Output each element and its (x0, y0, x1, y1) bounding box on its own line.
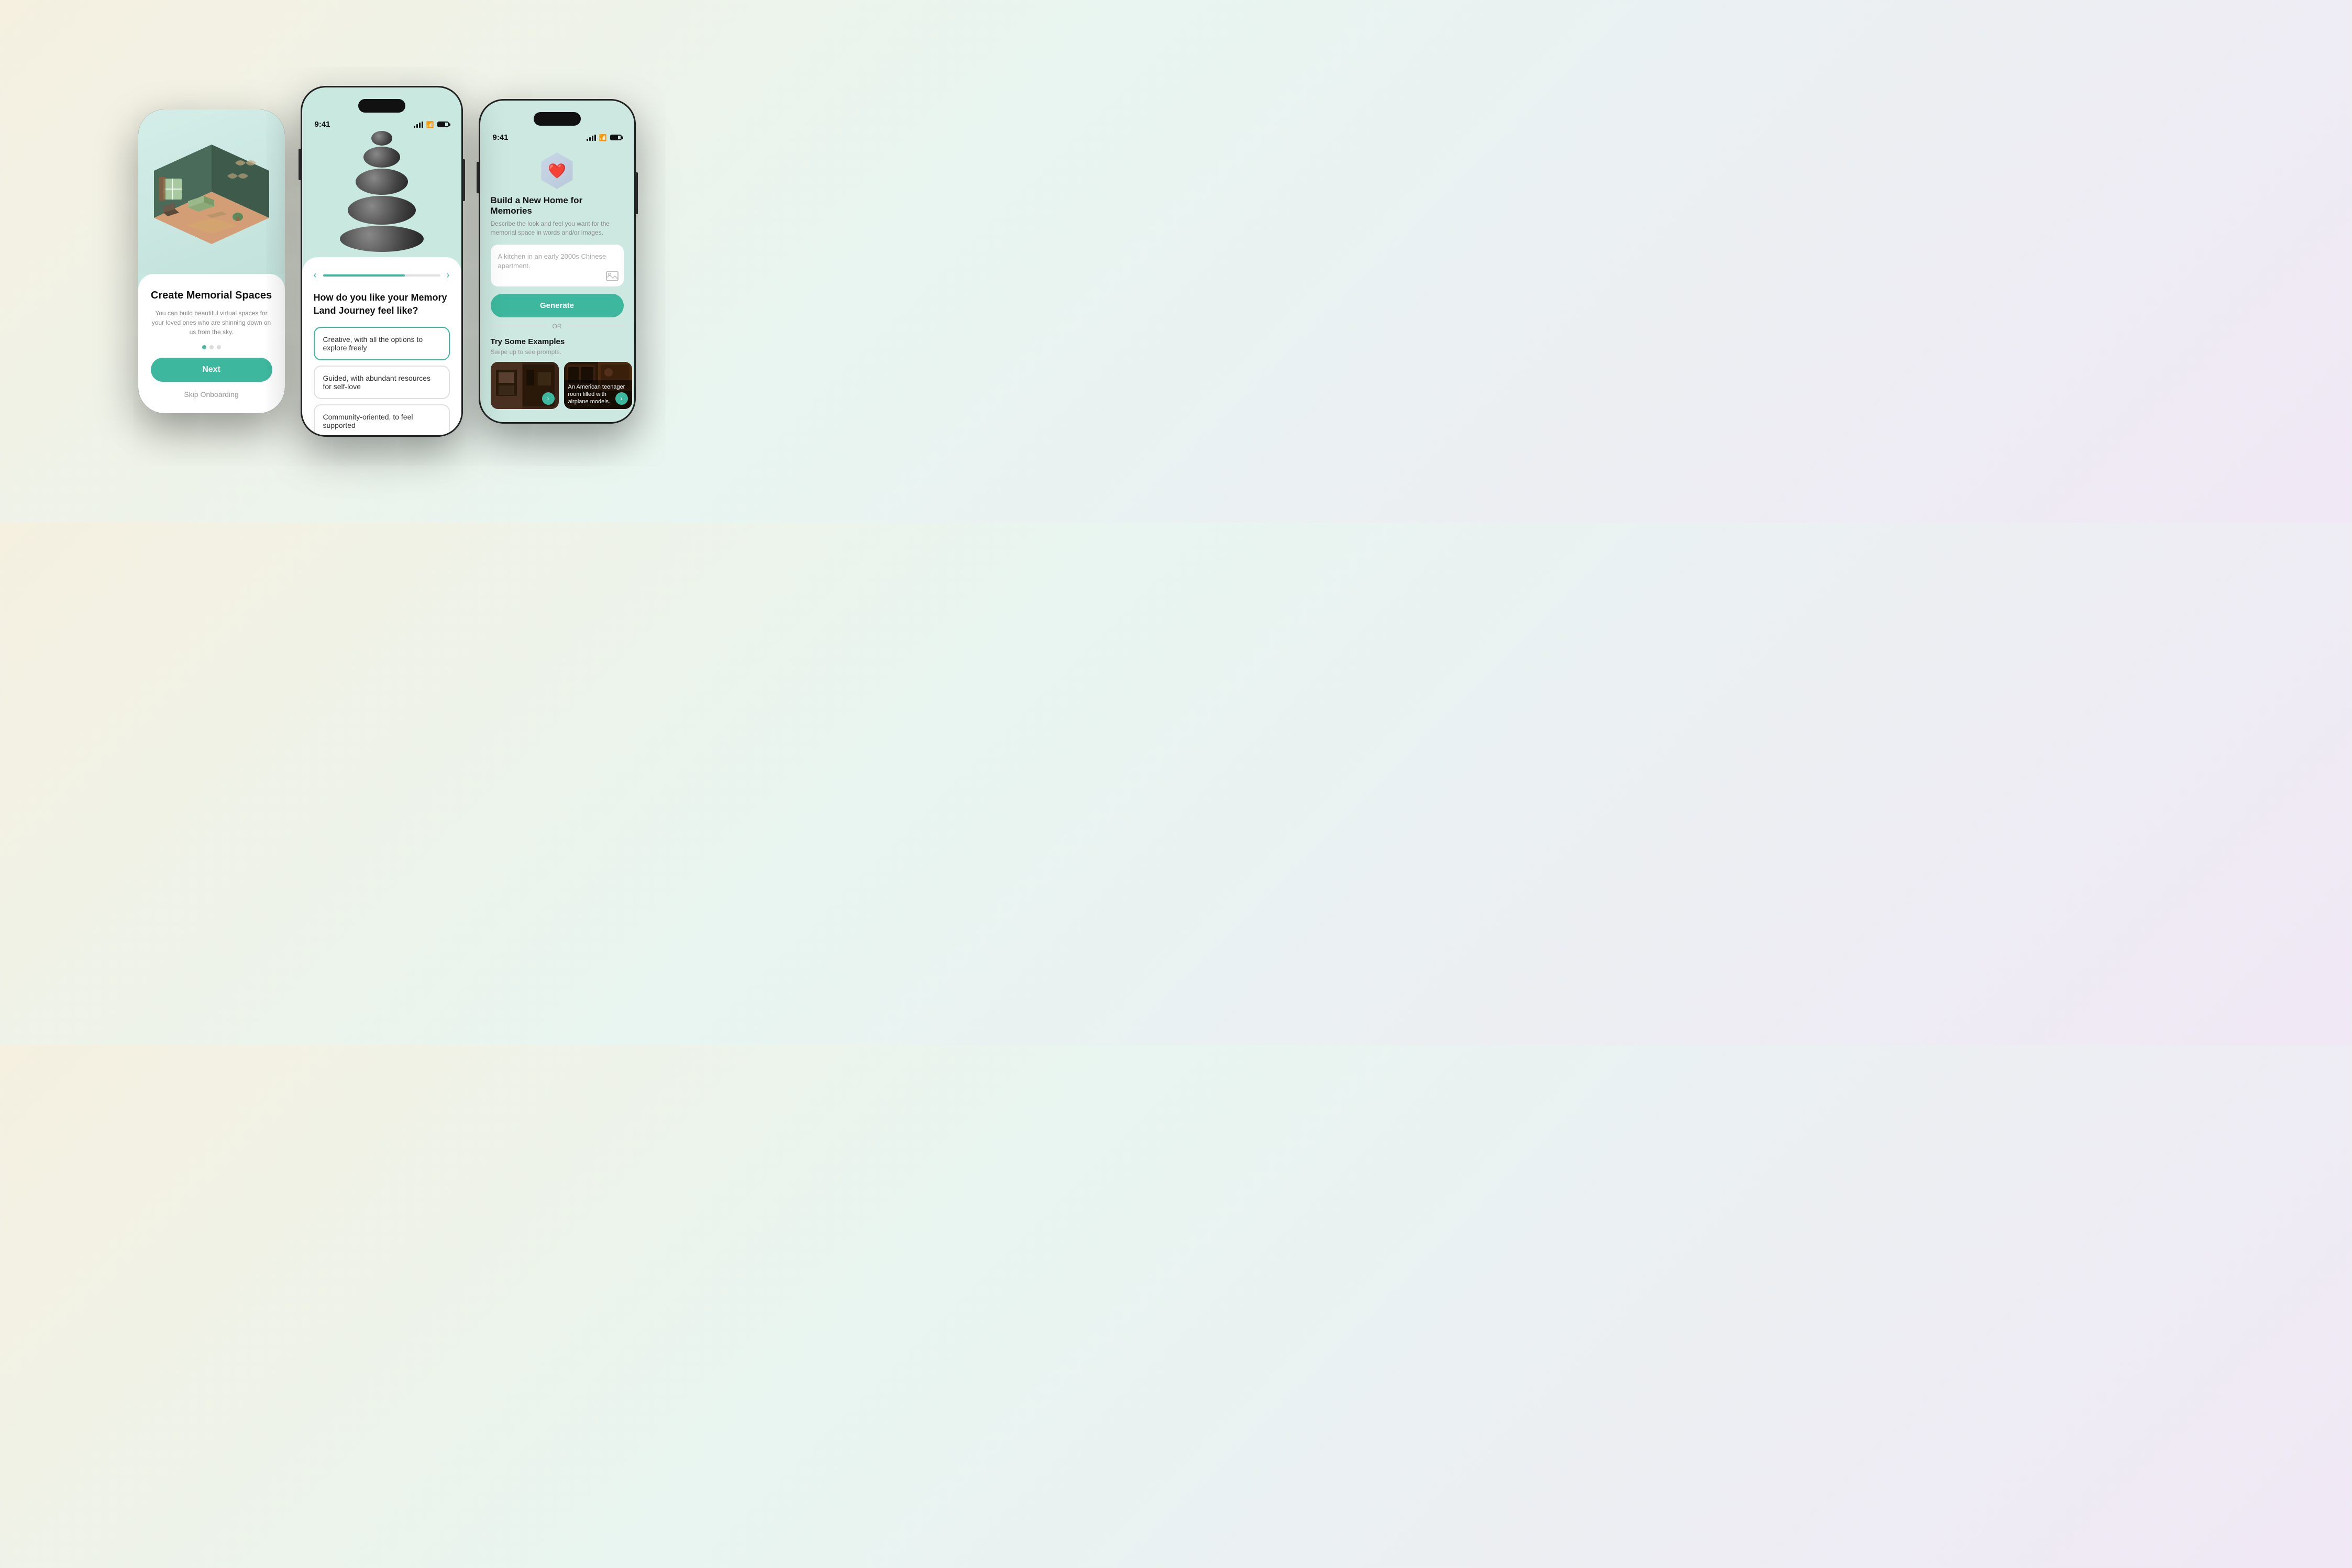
example-2-next-button[interactable]: › (615, 392, 628, 405)
generate-button[interactable]: Generate (491, 294, 624, 317)
skip-onboarding-button[interactable]: Skip Onboarding (182, 388, 240, 401)
image-upload-icon[interactable] (606, 271, 619, 281)
right-wifi-icon: 📶 (599, 134, 607, 141)
memory-description-input[interactable]: A kitchen in an early 2000s Chinese apar… (491, 245, 624, 286)
hexagon-icon: ❤️ (539, 152, 576, 189)
example-1-next-button[interactable]: › (542, 392, 555, 405)
option-button-3[interactable]: Community-oriented, to feel supported (314, 404, 450, 437)
progress-bar (323, 274, 440, 277)
stone-bottom (340, 226, 424, 252)
wifi-icon: 📶 (426, 121, 434, 128)
phone-center-screen: 9:41 📶 (301, 86, 463, 437)
stone-2 (363, 147, 400, 168)
dot-3 (217, 345, 221, 349)
examples-subtitle: Swipe up to see prompts. (491, 348, 624, 356)
phone-right: 9:41 📶 ❤️ (479, 99, 636, 424)
right-time: 9:41 (493, 133, 509, 142)
right-status-bar: 9:41 📶 (480, 126, 634, 144)
stone-stack (340, 131, 424, 252)
or-text: OR (553, 323, 562, 330)
left-card-title: Create Memorial Spaces (151, 289, 272, 302)
left-bottom-card: Create Memorial Spaces You can build bea… (138, 274, 285, 413)
question-text: How do you like your Memory Land Journey… (314, 291, 450, 317)
examples-title: Try Some Examples (491, 337, 624, 346)
stone-4 (348, 196, 416, 225)
dynamic-island (358, 99, 405, 113)
right-dynamic-island (534, 112, 581, 126)
option-button-2[interactable]: Guided, with abundant resources for self… (314, 366, 450, 399)
center-image-area (302, 131, 461, 257)
isometric-room-illustration (154, 139, 269, 244)
back-chevron-button[interactable]: ‹ (314, 270, 317, 281)
dot-1 (202, 345, 206, 349)
dot-2 (209, 345, 214, 349)
center-status-icons: 📶 (414, 121, 449, 128)
phone-left: Create Memorial Spaces You can build bea… (138, 109, 285, 413)
right-content: ❤️ Build a New Home for Memories Describ… (480, 144, 634, 422)
examples-row: › An Amer (491, 362, 624, 409)
right-battery-icon (610, 135, 622, 140)
heart-icon: ❤️ (548, 162, 566, 180)
battery-icon (437, 122, 449, 127)
phone-center: 9:41 📶 (301, 86, 463, 437)
hexagon-container: ❤️ (491, 152, 624, 189)
right-signal-icon (587, 135, 596, 141)
center-bottom-card: ‹ › How do you like your Memory Land Jou… (302, 257, 461, 437)
right-status-icons: 📶 (587, 134, 622, 141)
stone-3 (356, 169, 408, 195)
example-card-1[interactable]: › (491, 362, 559, 409)
progress-row: ‹ › (314, 270, 450, 281)
left-next-button[interactable]: Next (151, 358, 272, 382)
left-card-subtitle: You can build beautiful virtual spaces f… (151, 308, 272, 337)
forward-chevron-button[interactable]: › (447, 270, 450, 281)
signal-icon (414, 122, 423, 128)
stone-top (371, 131, 392, 146)
phone-left-screen: Create Memorial Spaces You can build bea… (138, 109, 285, 413)
example-card-2[interactable]: An American teenager room filled with ai… (564, 362, 632, 409)
center-status-bar: 9:41 📶 (302, 113, 461, 131)
input-placeholder-text: A kitchen in an early 2000s Chinese apar… (498, 252, 616, 271)
right-title: Build a New Home for Memories (491, 195, 624, 216)
center-time: 9:41 (315, 120, 330, 129)
progress-dots (202, 345, 221, 349)
right-subtitle: Describe the look and feel you want for … (491, 219, 624, 237)
or-divider: OR (491, 323, 624, 330)
phones-container: Create Memorial Spaces You can build bea… (170, 86, 615, 437)
option-button-1[interactable]: Creative, with all the options to explor… (314, 327, 450, 360)
progress-bar-fill (323, 274, 405, 277)
phone-right-screen: 9:41 📶 ❤️ (479, 99, 636, 424)
left-image-area (138, 109, 285, 274)
